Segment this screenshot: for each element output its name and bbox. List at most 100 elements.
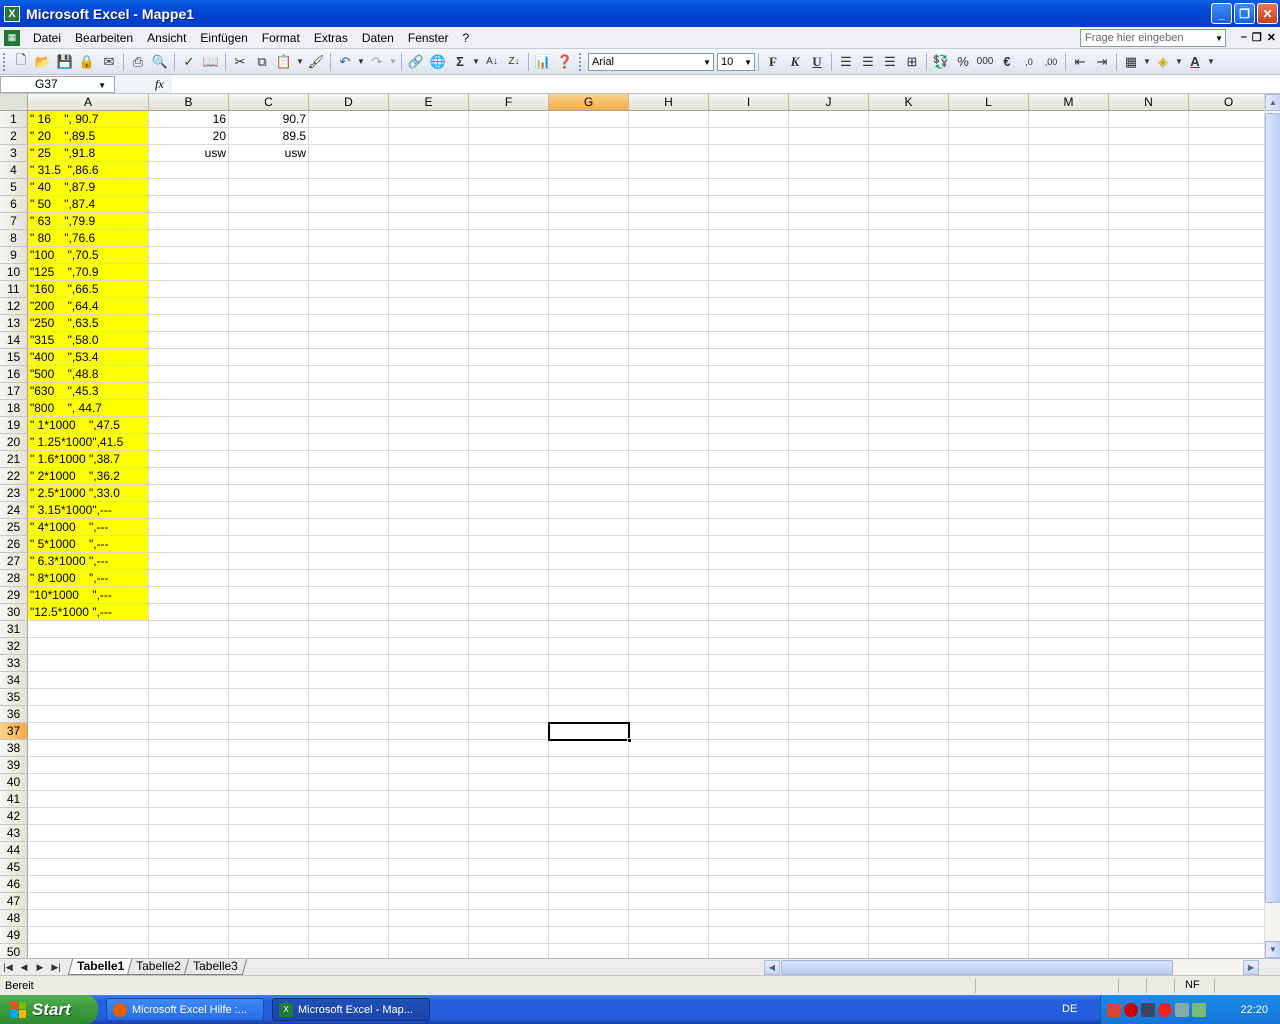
minimize-icon[interactable]: _: [1211, 3, 1232, 24]
cell-l37[interactable]: [949, 723, 1029, 740]
cell-o12[interactable]: [1189, 298, 1264, 315]
tray-app-icon[interactable]: [1158, 1002, 1172, 1017]
cell-m48[interactable]: [1029, 910, 1109, 927]
cell-h5[interactable]: [629, 179, 709, 196]
cell-m6[interactable]: [1029, 196, 1109, 213]
cell-f34[interactable]: [469, 672, 549, 689]
cell-i24[interactable]: [709, 502, 789, 519]
row-header[interactable]: 36: [0, 706, 28, 723]
cell-f30[interactable]: [469, 604, 549, 621]
menu-extras[interactable]: Extras: [307, 31, 355, 45]
align-left-icon[interactable]: ☰: [835, 51, 857, 73]
cell-g48[interactable]: [549, 910, 629, 927]
column-header-m[interactable]: M: [1029, 94, 1109, 111]
cell-n18[interactable]: [1109, 400, 1189, 417]
cell-b34[interactable]: [149, 672, 229, 689]
permission-icon[interactable]: 🔒: [76, 51, 98, 73]
cell-o47[interactable]: [1189, 893, 1264, 910]
cell-j20[interactable]: [789, 434, 869, 451]
next-sheet-icon[interactable]: ▶: [32, 962, 48, 973]
prev-sheet-icon[interactable]: ◀: [16, 962, 32, 973]
cell-m18[interactable]: [1029, 400, 1109, 417]
decrease-indent-icon[interactable]: ⇤: [1069, 51, 1091, 73]
cell-h31[interactable]: [629, 621, 709, 638]
cell-n21[interactable]: [1109, 451, 1189, 468]
cell-a34[interactable]: [28, 672, 149, 689]
cell-a24[interactable]: " 3.15*1000",---: [28, 502, 149, 519]
cell-b37[interactable]: [149, 723, 229, 740]
cell-n5[interactable]: [1109, 179, 1189, 196]
cell-o34[interactable]: [1189, 672, 1264, 689]
cell-n49[interactable]: [1109, 927, 1189, 944]
cell-i9[interactable]: [709, 247, 789, 264]
cell-a9[interactable]: "100 ",70.5: [28, 247, 149, 264]
cell-d36[interactable]: [309, 706, 389, 723]
cell-o21[interactable]: [1189, 451, 1264, 468]
cell-j16[interactable]: [789, 366, 869, 383]
cell-c42[interactable]: [229, 808, 309, 825]
cell-m23[interactable]: [1029, 485, 1109, 502]
cell-i41[interactable]: [709, 791, 789, 808]
cell-b15[interactable]: [149, 349, 229, 366]
cell-l15[interactable]: [949, 349, 1029, 366]
cell-j4[interactable]: [789, 162, 869, 179]
column-header-d[interactable]: D: [309, 94, 389, 111]
cell-e13[interactable]: [389, 315, 469, 332]
cell-c41[interactable]: [229, 791, 309, 808]
email-icon[interactable]: ✉: [98, 51, 120, 73]
cell-l10[interactable]: [949, 264, 1029, 281]
cell-a8[interactable]: " 80 ",76.6: [28, 230, 149, 247]
start-button[interactable]: Start: [0, 995, 98, 1024]
column-header-o[interactable]: O: [1189, 94, 1264, 111]
vertical-scrollbar[interactable]: ▲ ▼: [1264, 94, 1280, 958]
cell-d40[interactable]: [309, 774, 389, 791]
print-icon[interactable]: ⎙: [127, 51, 149, 73]
row-header[interactable]: 15: [0, 349, 28, 366]
cell-f38[interactable]: [469, 740, 549, 757]
cell-c25[interactable]: [229, 519, 309, 536]
cell-k45[interactable]: [869, 859, 949, 876]
cell-c46[interactable]: [229, 876, 309, 893]
close-icon[interactable]: ✕: [1257, 3, 1278, 24]
cell-d50[interactable]: [309, 944, 389, 958]
cell-a43[interactable]: [28, 825, 149, 842]
cell-f24[interactable]: [469, 502, 549, 519]
cell-h4[interactable]: [629, 162, 709, 179]
format-painter-icon[interactable]: 🖌: [305, 51, 327, 73]
cell-k8[interactable]: [869, 230, 949, 247]
chevron-down-icon[interactable]: ▼: [98, 81, 106, 90]
cell-a10[interactable]: "125 ",70.9: [28, 264, 149, 281]
column-header-n[interactable]: N: [1109, 94, 1189, 111]
cell-l24[interactable]: [949, 502, 1029, 519]
cell-a2[interactable]: " 20 ",89.5: [28, 128, 149, 145]
cell-c48[interactable]: [229, 910, 309, 927]
cell-g49[interactable]: [549, 927, 629, 944]
cell-b32[interactable]: [149, 638, 229, 655]
cell-c21[interactable]: [229, 451, 309, 468]
cell-j25[interactable]: [789, 519, 869, 536]
cell-m33[interactable]: [1029, 655, 1109, 672]
cell-c47[interactable]: [229, 893, 309, 910]
cell-f17[interactable]: [469, 383, 549, 400]
cell-f44[interactable]: [469, 842, 549, 859]
chevron-down-icon[interactable]: ▼: [388, 51, 398, 73]
cell-h50[interactable]: [629, 944, 709, 958]
cell-o50[interactable]: [1189, 944, 1264, 958]
column-header-g[interactable]: G: [549, 94, 629, 111]
cell-o3[interactable]: [1189, 145, 1264, 162]
cell-k1[interactable]: [869, 111, 949, 128]
cell-l43[interactable]: [949, 825, 1029, 842]
cell-f12[interactable]: [469, 298, 549, 315]
cell-b8[interactable]: [149, 230, 229, 247]
cell-b21[interactable]: [149, 451, 229, 468]
cell-i14[interactable]: [709, 332, 789, 349]
cell-b4[interactable]: [149, 162, 229, 179]
horizontal-scrollbar[interactable]: ◀ ▶: [764, 960, 1259, 975]
cell-i27[interactable]: [709, 553, 789, 570]
cell-o4[interactable]: [1189, 162, 1264, 179]
open-icon[interactable]: 📂: [32, 51, 54, 73]
cell-f23[interactable]: [469, 485, 549, 502]
cell-m40[interactable]: [1029, 774, 1109, 791]
cell-k38[interactable]: [869, 740, 949, 757]
cell-k47[interactable]: [869, 893, 949, 910]
